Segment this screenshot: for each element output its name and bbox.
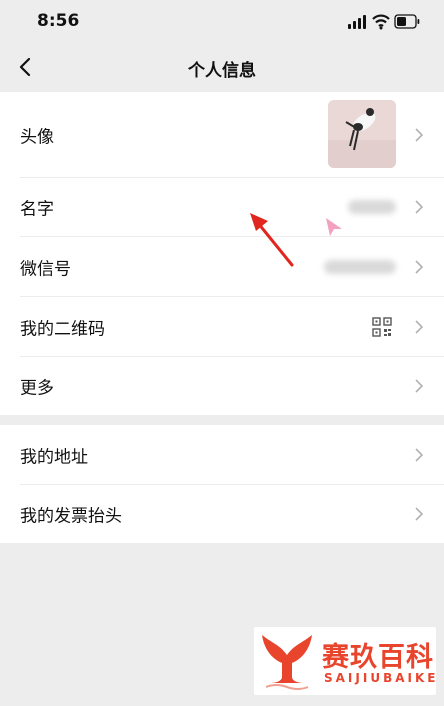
chevron-right-icon [415, 127, 424, 142]
status-bar: 8:56 [0, 0, 444, 44]
wifi-icon [372, 14, 390, 30]
row-label: 头像 [20, 127, 54, 147]
chevron-right-icon [415, 507, 424, 521]
row-label: 我的地址 [20, 447, 88, 467]
row-label: 更多 [20, 378, 54, 399]
whale-tail-logo-icon [262, 635, 312, 690]
cellular-signal-icon [348, 15, 366, 29]
qr-code-icon [372, 316, 392, 337]
avatar[interactable] [328, 100, 396, 168]
status-time: 8:56 [37, 11, 80, 31]
row-label: 我的二维码 [20, 319, 105, 339]
page-title: 个人信息 [188, 61, 256, 81]
row-invoice-title[interactable]: 我的发票抬头 [0, 485, 444, 543]
battery-icon [394, 14, 420, 29]
name-value-blurred [348, 200, 396, 214]
row-qr-code[interactable]: 我的二维码 [0, 297, 444, 356]
profile-settings-group: 头像 名字 微信号 我的二维码 更多 [0, 92, 444, 415]
address-invoice-group: 我的地址 我的发票抬头 [0, 425, 444, 543]
row-wechat-id[interactable]: 微信号 [0, 237, 444, 296]
annotation-arrow-icon [250, 213, 294, 267]
pointer-cursor-icon [326, 218, 342, 236]
chevron-right-icon [415, 447, 424, 462]
row-label: 我的发票抬头 [20, 506, 122, 527]
chevron-right-icon [415, 379, 424, 393]
wechat-id-value-blurred [324, 259, 396, 274]
row-more[interactable]: 更多 [0, 357, 444, 415]
row-my-address[interactable]: 我的地址 [0, 425, 444, 484]
watermark: 赛玖百科 SAIJIUBAIKE [254, 627, 436, 695]
nav-bar: 个人信息 [0, 44, 444, 90]
chevron-right-icon [415, 319, 424, 334]
row-name[interactable]: 名字 [0, 178, 444, 236]
watermark-english: SAIJIUBAIKE [324, 671, 439, 685]
row-avatar[interactable]: 头像 [0, 92, 444, 177]
watermark-chinese: 赛玖百科 [322, 642, 434, 673]
row-label: 名字 [20, 199, 54, 220]
chevron-right-icon [415, 200, 424, 214]
status-icons [348, 14, 420, 30]
chevron-right-icon [415, 259, 424, 274]
row-label: 微信号 [20, 259, 71, 279]
